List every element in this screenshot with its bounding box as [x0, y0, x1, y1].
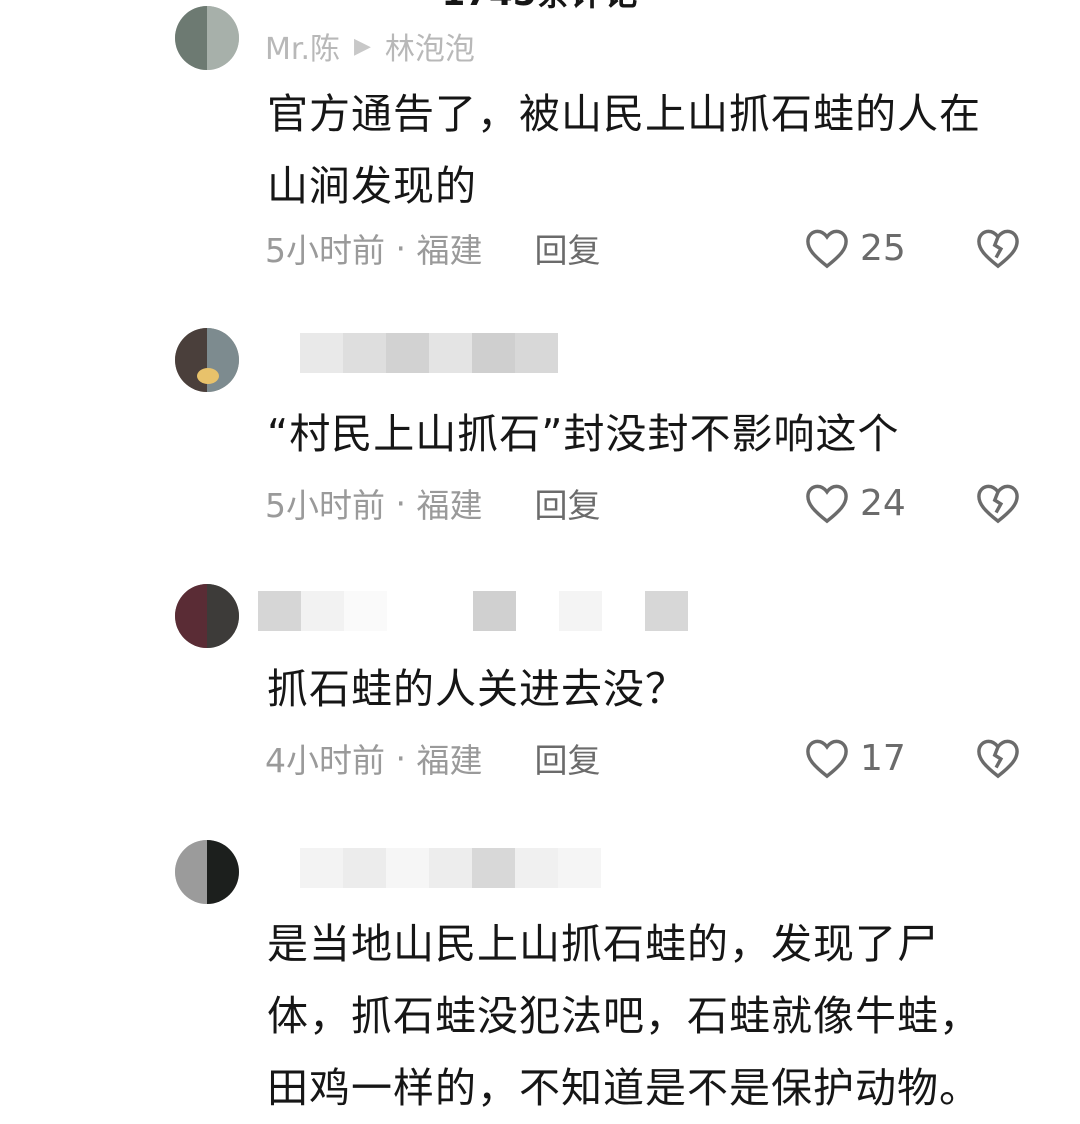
meta-dot: · — [385, 483, 417, 523]
comment-meta: 5小时前 · 福建 回复 — [265, 478, 1065, 528]
broken-heart-icon — [977, 739, 1019, 779]
comment-text: “村民上山抓石”封没封不影响这个 — [267, 398, 1047, 470]
reply-button[interactable]: 回复 — [534, 734, 600, 782]
comment-location: 福建 — [416, 231, 483, 270]
heart-outline-icon — [806, 229, 848, 269]
comment-location: 福建 — [416, 741, 483, 780]
comment-meta: 4小时前 · 福建 回复 — [265, 733, 1065, 783]
comment-time: 5小时前 — [265, 231, 385, 270]
broken-heart-icon — [977, 229, 1019, 269]
like-count: 24 — [860, 482, 906, 524]
comment-text: 是当地山民上山抓石蛙的，发现了尸 体，抓石蛙没犯法吧，石蛙就像牛蛙， 田鸡一样的… — [267, 908, 1047, 1124]
like-button[interactable]: 25 — [804, 223, 906, 273]
dislike-button[interactable] — [972, 478, 1024, 528]
comment-text-line: 田鸡一样的，不知道是不是保护动物。 — [267, 1064, 981, 1112]
like-count: 17 — [860, 737, 906, 779]
avatar[interactable] — [175, 328, 239, 392]
comment-text-line: 抓石蛙的人关进去没？ — [267, 665, 687, 713]
avatar[interactable] — [175, 6, 239, 70]
comment-text-line: 是当地山民上山抓石蛙的，发现了尸 — [267, 920, 939, 968]
username-redacted — [300, 848, 601, 888]
broken-heart-icon — [977, 484, 1019, 524]
reply-button[interactable]: 回复 — [534, 224, 600, 272]
comment-meta: 5小时前 · 福建 回复 — [265, 223, 1065, 273]
comment-text-line: 山涧发现的 — [267, 162, 477, 210]
like-button[interactable]: 17 — [804, 733, 906, 783]
username[interactable]: Mr.陈 — [265, 24, 340, 68]
username-redacted — [258, 591, 688, 631]
username-redacted — [300, 333, 558, 373]
comment-time: 4小时前 — [265, 741, 385, 780]
comment-text: 官方通告了，被山民上山抓石蛙的人在 山涧发现的 — [267, 78, 1047, 222]
avatar[interactable] — [175, 584, 239, 648]
avatar[interactable] — [175, 840, 239, 904]
comment-text-line: 体，抓石蛙没犯法吧，石蛙就像牛蛙， — [267, 992, 981, 1040]
meta-dot: · — [385, 228, 417, 268]
reply-arrow-icon: ▶ — [354, 33, 371, 59]
username-row[interactable]: Mr.陈 ▶ 林泡泡 — [265, 24, 475, 68]
comment-count-title: 1745条评论 — [0, 0, 1080, 16]
heart-outline-icon — [806, 739, 848, 779]
like-button[interactable]: 24 — [804, 478, 906, 528]
reply-button[interactable]: 回复 — [534, 479, 600, 527]
heart-outline-icon — [806, 484, 848, 524]
dislike-button[interactable] — [972, 733, 1024, 783]
comment-text-line: “村民上山抓石”封没封不影响这个 — [267, 410, 900, 458]
comment-location: 福建 — [416, 486, 483, 525]
comment-text: 抓石蛙的人关进去没？ — [267, 653, 1047, 725]
reply-to-username[interactable]: 林泡泡 — [385, 24, 475, 68]
comment-time: 5小时前 — [265, 486, 385, 525]
dislike-button[interactable] — [972, 223, 1024, 273]
like-count: 25 — [860, 227, 906, 269]
comment-text-line: 官方通告了，被山民上山抓石蛙的人在 — [267, 90, 981, 138]
meta-dot: · — [385, 738, 417, 778]
